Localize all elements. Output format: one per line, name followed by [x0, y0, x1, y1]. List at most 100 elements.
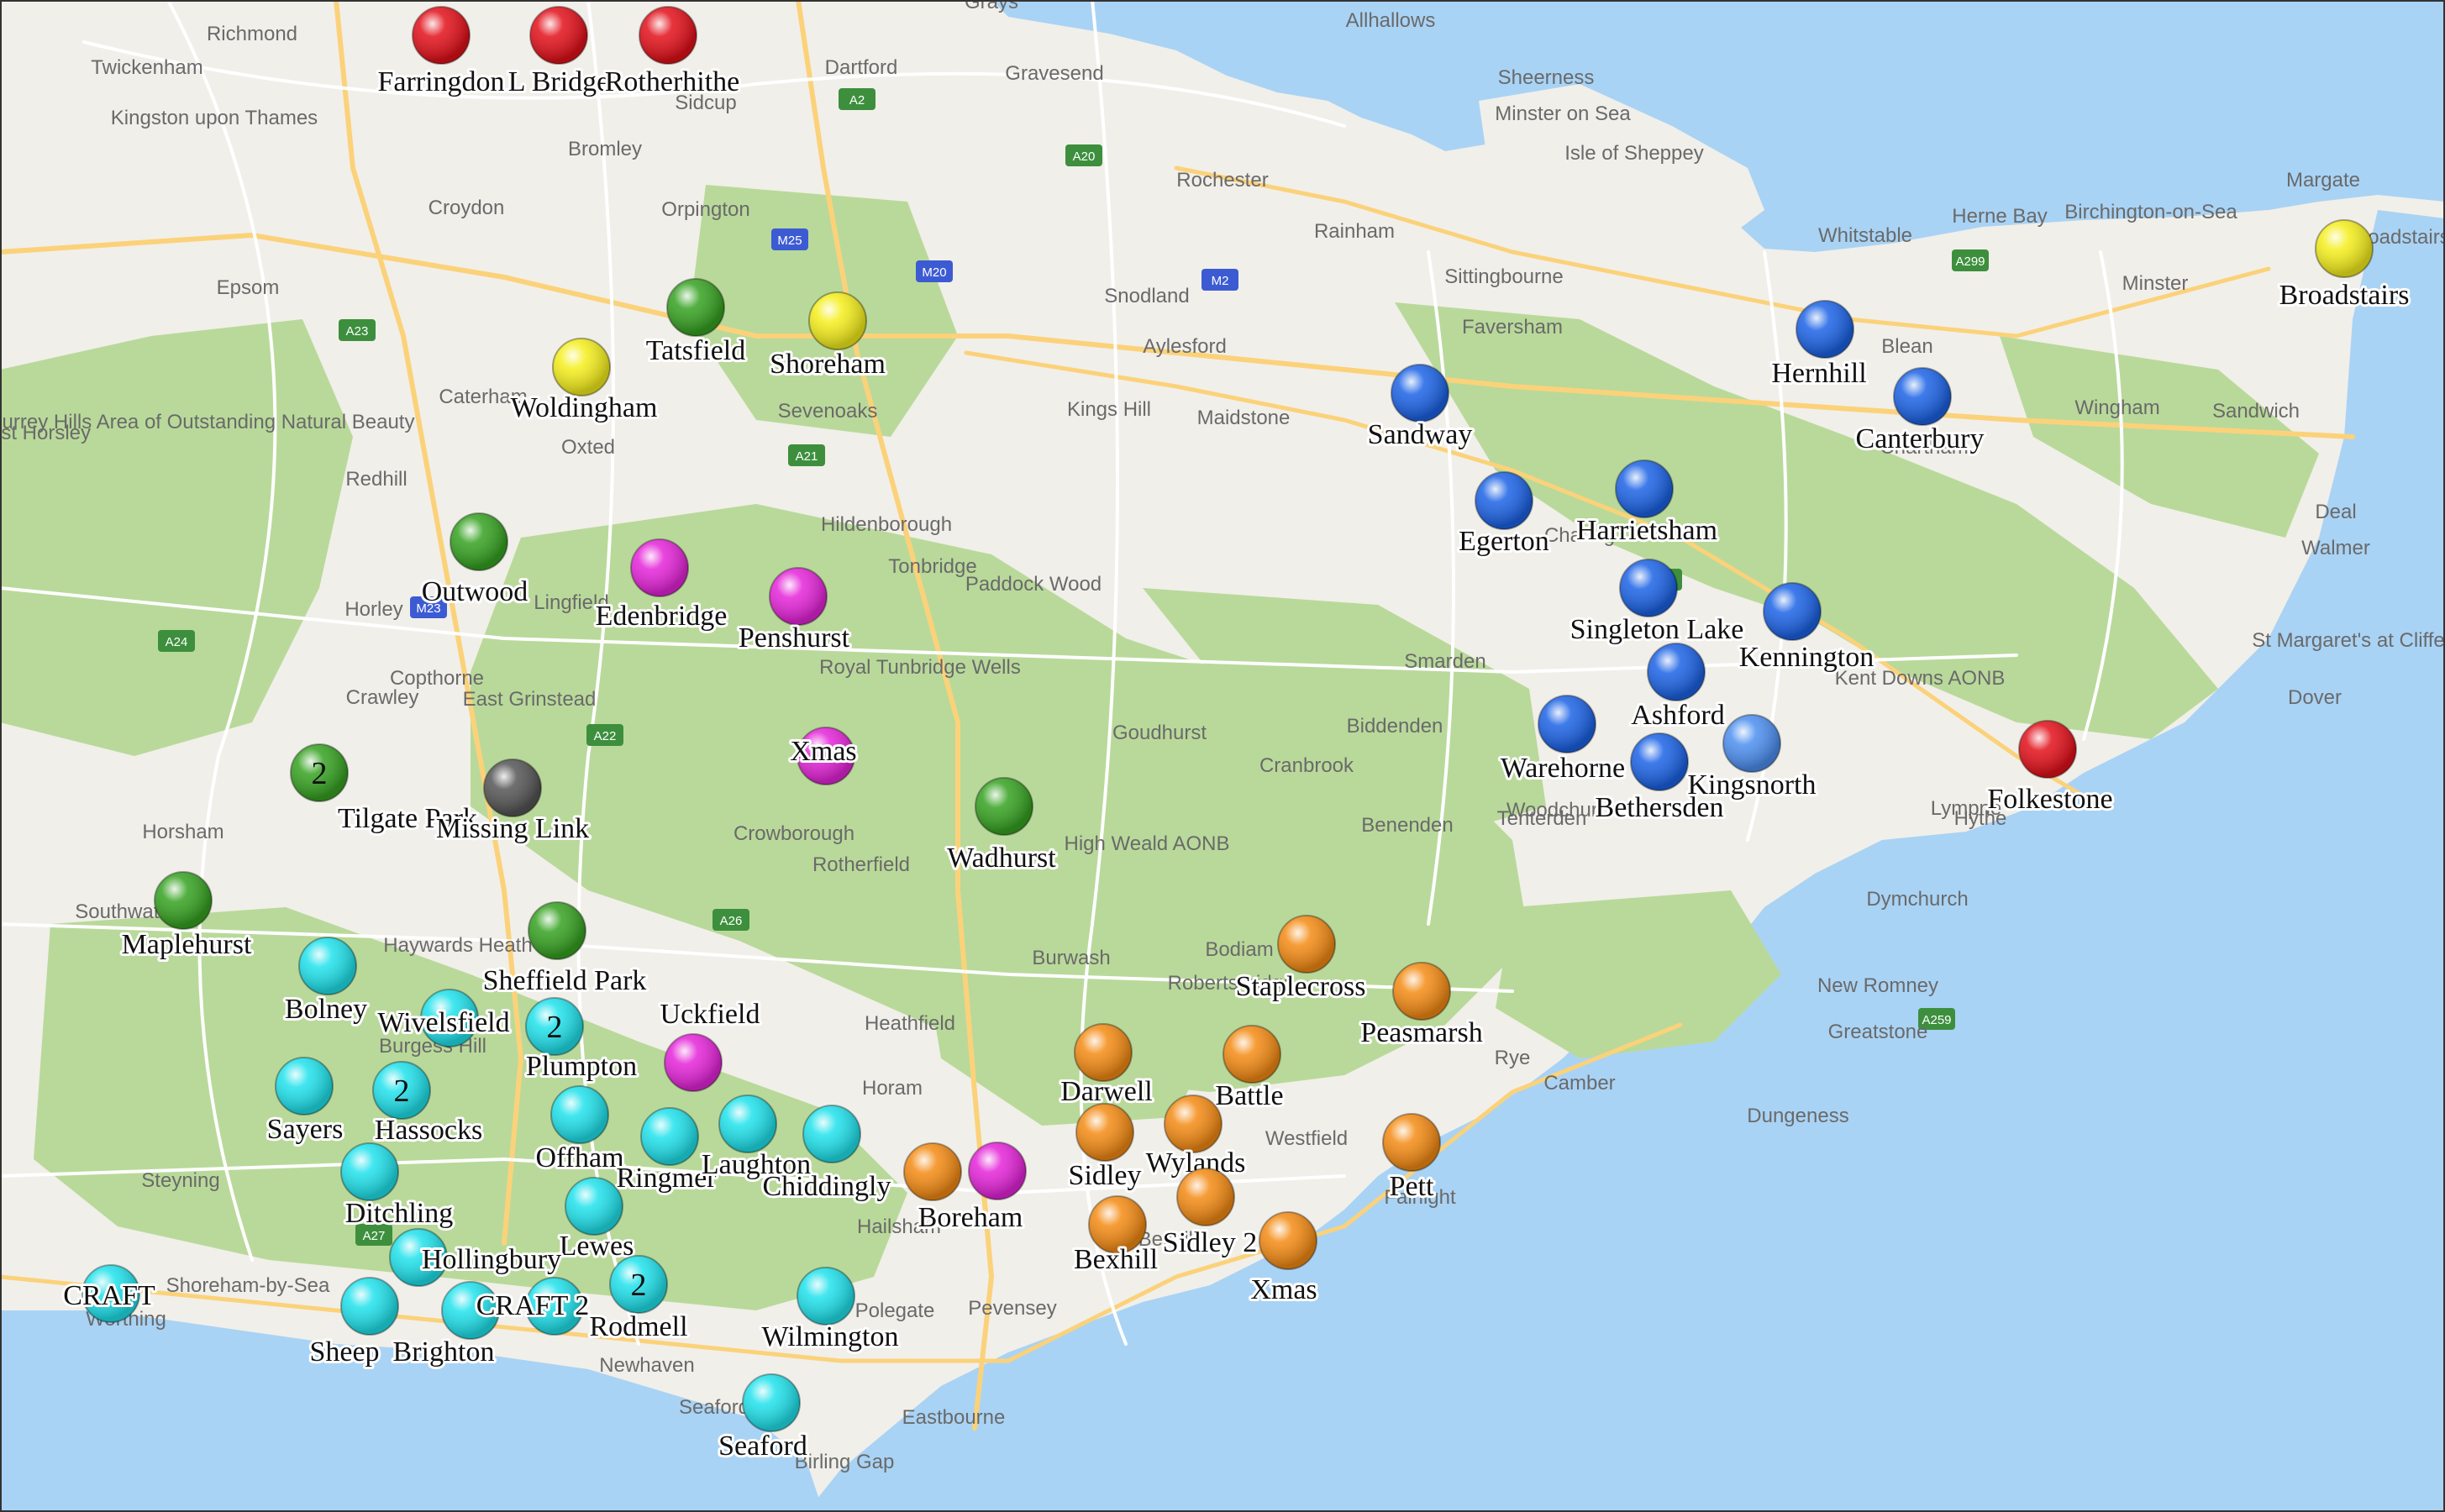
marker-uckfield-18-highlight — [665, 1034, 722, 1091]
svg-text:A24: A24 — [166, 635, 188, 649]
place-label-goudhurst: Goudhurst — [1112, 722, 1207, 744]
road-shield-m2: M2 — [1201, 269, 1238, 291]
place-label-blean: Blean — [1881, 335, 1932, 358]
svg-text:A27: A27 — [363, 1229, 386, 1243]
marker-plumpton-33-label: Plumpton — [526, 1051, 637, 1082]
place-label-epsom: Epsom — [217, 276, 280, 299]
svg-text:A299: A299 — [1955, 255, 1985, 269]
place-label-oxted: Oxted — [561, 436, 615, 459]
road-shield-a20: A20 — [1065, 144, 1102, 166]
marker-craft-2-48-label: CRAFT 2 — [476, 1290, 589, 1321]
place-label-sevenoaks: Sevenoaks — [778, 400, 878, 423]
place-label-sittingbourne: Sittingbourne — [1444, 265, 1563, 288]
road-shield-a22: A22 — [586, 724, 623, 746]
svg-text:A22: A22 — [594, 729, 617, 743]
marker-wilmington-44-label: Wilmington — [762, 1321, 899, 1352]
place-label-st-margaret-s-at-cliffe: St Margaret's at Cliffe — [2252, 629, 2445, 652]
marker-bethersden-29-highlight — [1631, 733, 1688, 790]
marker-ringmer-37-highlight — [641, 1108, 698, 1165]
road-shield-a23: A23 — [339, 319, 376, 341]
place-label-maidstone: Maidstone — [1197, 407, 1291, 429]
place-label-biddenden: Biddenden — [1347, 715, 1443, 738]
marker-ditchling-40-highlight — [341, 1143, 398, 1200]
marker-wadhurst-14-highlight — [975, 778, 1033, 835]
marker-seaford-49-label: Seaford — [718, 1431, 807, 1462]
marker-tatsfield-8-label: Tatsfield — [646, 335, 745, 366]
road-shield-a21: A21 — [788, 444, 825, 466]
marker-staplecross-50-label: Staplecross — [1236, 971, 1366, 1002]
svg-text:A23: A23 — [346, 324, 369, 339]
marker-hernhill-21-highlight — [1796, 301, 1853, 358]
marker-egerton-23-label: Egerton — [1459, 526, 1549, 557]
marker-offham-36-label: Offham — [535, 1142, 623, 1173]
marker-plumpton-33-count: 2 — [547, 1010, 563, 1045]
marker-farringdon-1-label: Farringdon — [377, 66, 504, 97]
place-label-horley: Horley — [344, 598, 402, 621]
marker-harrietsham-24-highlight — [1616, 460, 1673, 517]
marker-staplecross-50-highlight — [1278, 916, 1335, 973]
marker-xmas-17-label: Xmas — [790, 736, 856, 767]
marker-maplehurst-12-label: Maplehurst — [122, 929, 252, 960]
marker-shoreham-7-highlight — [809, 292, 866, 349]
marker-singleton-lake-25-label: Singleton Lake — [1570, 614, 1744, 645]
place-label-deal: Deal — [2315, 501, 2356, 523]
place-label-twickenham: Twickenham — [91, 56, 202, 79]
marker-sayers-34-label: Sayers — [267, 1114, 344, 1145]
marker-folkestone-5-label: Folkestone — [1987, 784, 2112, 815]
marker-chiddingly-39-highlight — [803, 1105, 860, 1163]
marker-outwood-9-highlight — [450, 513, 507, 570]
place-label-east-grinstead: East Grinstead — [463, 688, 597, 711]
place-label-herne-bay: Herne Bay — [1952, 205, 2047, 228]
place-label-sheerness: Sheerness — [1498, 66, 1595, 89]
marker-outwood-9-label: Outwood — [422, 576, 528, 607]
place-label-birling-gap: Birling Gap — [795, 1451, 895, 1473]
place-label-heathfield: Heathfield — [865, 1012, 955, 1035]
marker-canterbury-22-highlight — [1894, 368, 1951, 425]
map-svg[interactable]: M25M20M2M23A21A22A26A27A259A2A20A28A299A… — [0, 0, 2445, 1512]
place-label-faversham: Faversham — [1462, 316, 1563, 339]
marker-sidley-2-58-highlight — [1177, 1168, 1234, 1226]
marker-lewes-41-label: Lewes — [560, 1231, 634, 1262]
marker-uckfield-18-label: Uckfield — [660, 999, 760, 1030]
marker-sandway-20-label: Sandway — [1368, 419, 1473, 450]
marker-sheep-46-label: Sheep — [309, 1336, 379, 1368]
marker-canterbury-22-label: Canterbury — [1856, 423, 1985, 454]
marker-kingsnorth-30-label: Kingsnorth — [1688, 769, 1817, 801]
place-label-sandwich: Sandwich — [2212, 400, 2300, 423]
map-canvas[interactable]: M25M20M2M23A21A22A26A27A259A2A20A28A299A… — [0, 0, 2445, 1512]
place-label-bodiam: Bodiam — [1205, 938, 1273, 961]
marker-sandway-20-highlight — [1391, 365, 1449, 422]
marker-darwell-52-label: Darwell — [1060, 1076, 1153, 1107]
marker-xmas-59-label: Xmas — [1250, 1274, 1317, 1305]
marker-xmas-59-highlight — [1259, 1212, 1317, 1269]
marker-kennington-26-highlight — [1764, 583, 1821, 640]
place-label-rochester: Rochester — [1176, 169, 1268, 192]
place-label-aylesford: Aylesford — [1143, 335, 1227, 358]
marker-shoreham-7-label: Shoreham — [770, 349, 886, 380]
place-label-orpington: Orpington — [661, 198, 749, 221]
marker-wilmington-44-highlight — [797, 1268, 854, 1325]
marker-boreham-19-highlight — [969, 1142, 1026, 1200]
marker-tilgate-park-10-count: 2 — [312, 756, 328, 791]
marker-pett-56-label: Pett — [1390, 1171, 1434, 1202]
marker-ditchling-40-label: Ditchling — [345, 1198, 453, 1229]
marker-broadstairs-4-label: Broadstairs — [2279, 280, 2410, 311]
place-label-polegate: Polegate — [855, 1299, 935, 1322]
place-label-royal-tunbridge-wells: Royal Tunbridge Wells — [819, 656, 1021, 679]
marker-pett-56[interactable]: Pett — [1382, 1113, 1441, 1205]
marker-battle-53-label: Battle — [1215, 1080, 1283, 1111]
marker-rodmell-43-count: 2 — [631, 1268, 647, 1303]
road-shield-a299: A299 — [1952, 249, 1989, 271]
marker-rotherhithe-3-label: Rotherhithe — [605, 66, 740, 97]
marker-l-bridge-2-label: L Bridge — [508, 66, 610, 97]
place-label-haywards-heath: Haywards Heath — [383, 934, 532, 957]
marker-woldingham-6-label: Woldingham — [511, 392, 658, 423]
place-label-eastbourne: Eastbourne — [902, 1406, 1006, 1429]
place-label-crawley: Crawley — [346, 686, 419, 709]
place-label-cranbrook: Cranbrook — [1259, 754, 1354, 777]
marker-sheep-46-highlight — [341, 1278, 398, 1335]
marker-missing-link-11-label: Missing Link — [436, 813, 589, 844]
place-label-high-weald-aonb: High Weald AONB — [1065, 832, 1230, 855]
marker-warehorne-28-highlight — [1538, 696, 1596, 753]
marker-hollingbury-42-label: Hollingbury — [422, 1244, 561, 1275]
